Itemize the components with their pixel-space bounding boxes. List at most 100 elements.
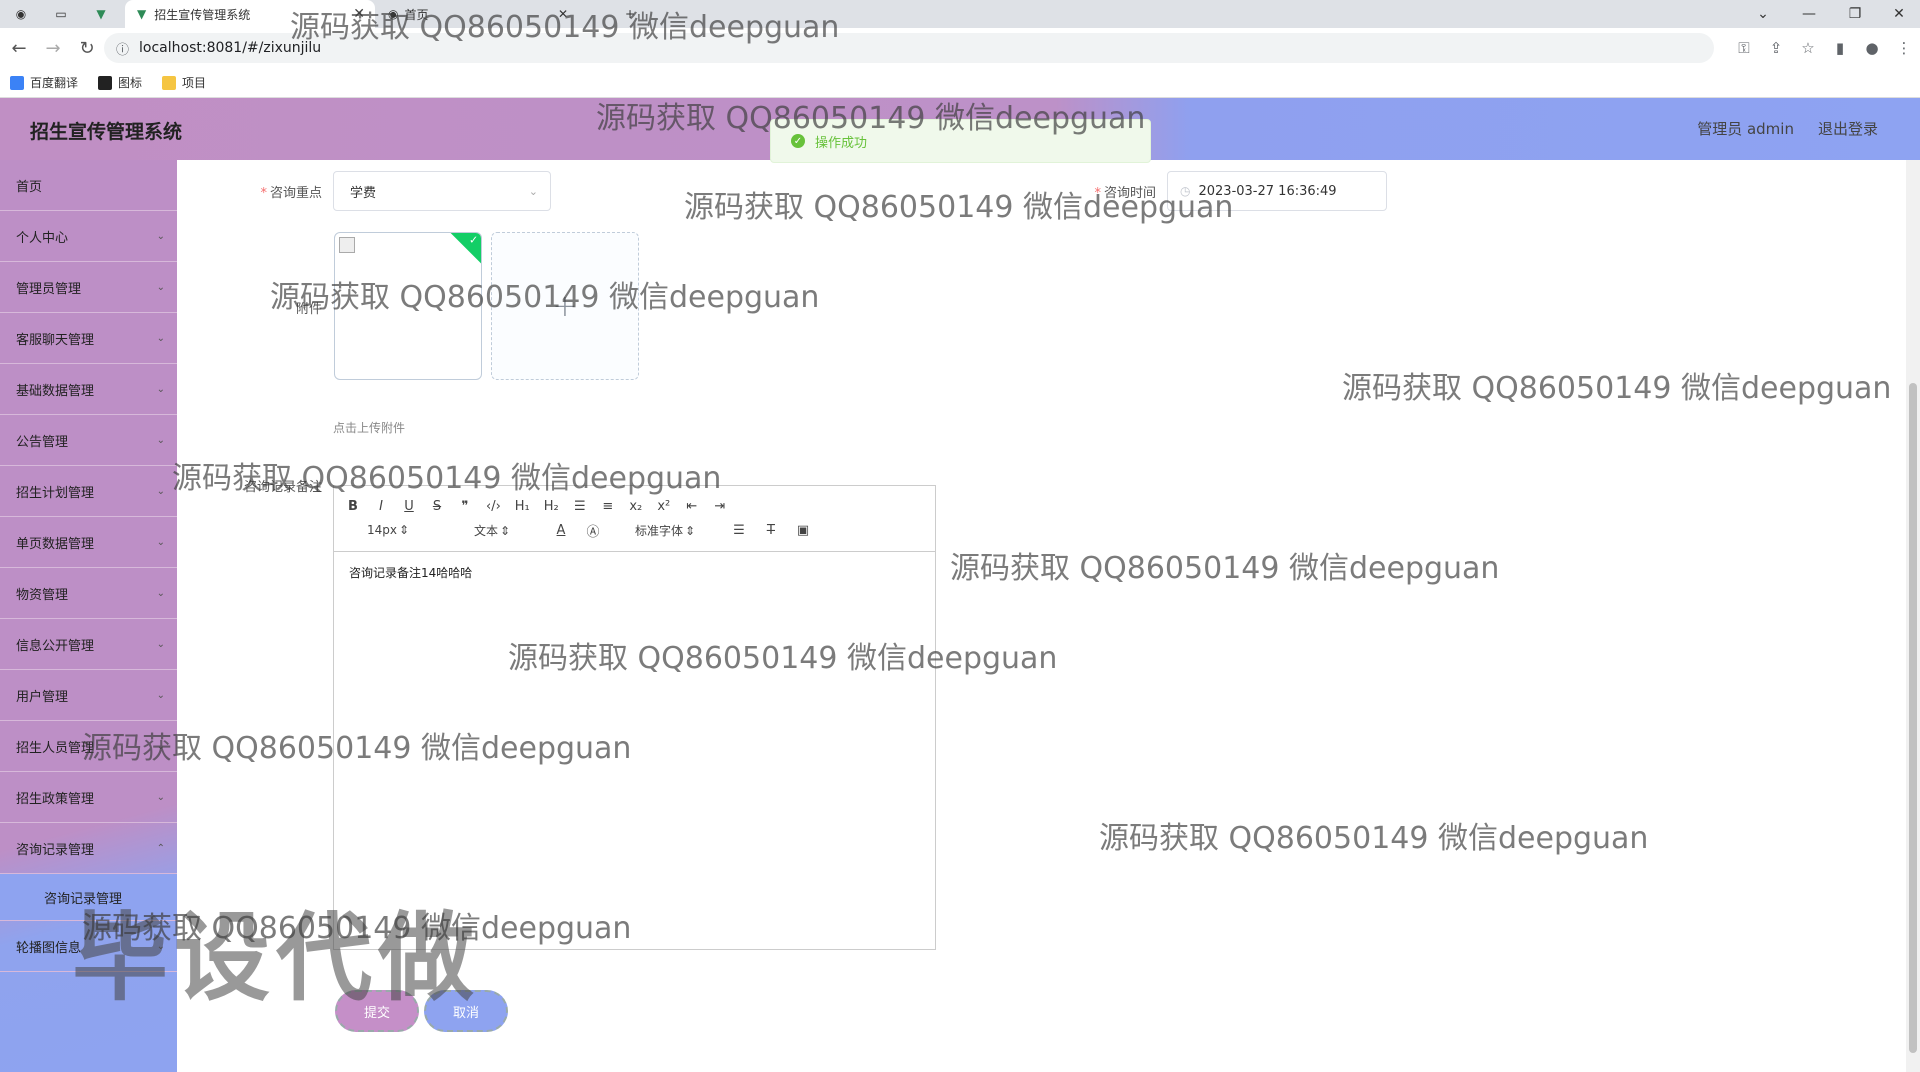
reload-icon[interactable]: ↻ — [72, 33, 102, 63]
format-select[interactable]: 文本 ⇕ — [450, 522, 536, 539]
success-toast: ✓ 操作成功 — [770, 119, 1151, 163]
plus-icon: + — [624, 7, 636, 21]
sidebar-item[interactable]: 咨询记录管理 ⌃ — [0, 823, 177, 874]
key-icon[interactable]: ⚿ — [1728, 39, 1760, 57]
image-icon[interactable]: ▣ — [796, 523, 810, 538]
tab-second[interactable]: ◉ 首页 ✕ — [378, 0, 578, 28]
pinned-tab[interactable]: ◉ — [6, 0, 36, 28]
clear-format-icon[interactable]: T̶ — [764, 523, 778, 538]
sidebar-item[interactable]: 单页数据管理 ⌄ — [0, 517, 177, 568]
pinned-tab[interactable]: ▭ — [46, 0, 76, 28]
sidebar-item[interactable]: 基础数据管理 ⌄ — [0, 364, 177, 415]
sidebar-item[interactable]: 公告管理 ⌄ — [0, 415, 177, 466]
time-field[interactable]: ◷ 2023-03-27 16:36:49 — [1167, 171, 1387, 211]
chevron-down-icon: ⌄ — [156, 791, 165, 803]
sidebar-item[interactable]: 招生政策管理 ⌄ — [0, 772, 177, 823]
bullet-list-icon[interactable]: ≡ — [601, 499, 615, 514]
sort-icon: ⇕ — [684, 523, 696, 538]
blank-page-icon: ▭ — [55, 7, 67, 21]
menu-icon[interactable]: ⋮ — [1888, 39, 1920, 57]
sidebar-item[interactable]: 个人中心 ⌄ — [0, 211, 177, 262]
sidebar-item[interactable]: 招生计划管理 ⌄ — [0, 466, 177, 517]
toast-message: 操作成功 — [815, 135, 868, 151]
check-icon: ✓ — [469, 233, 479, 247]
h1-icon[interactable]: H₁ — [515, 499, 530, 514]
bookmark-item[interactable]: 百度翻译 — [10, 74, 78, 91]
tab-active[interactable]: ▼ 招生宣传管理系统 ✕ — [125, 0, 375, 28]
h2-icon[interactable]: H₂ — [544, 499, 559, 514]
font-color-icon[interactable]: A — [554, 523, 568, 538]
sidebar-item[interactable]: 招生人员管理 ⌄ — [0, 721, 177, 772]
font-family-select[interactable]: 标准字体 ⇕ — [618, 522, 714, 539]
close-icon[interactable]: ✕ — [353, 6, 365, 22]
upload-button[interactable]: + — [491, 232, 639, 380]
editor-content[interactable]: 咨询记录备注14哈哈哈 — [334, 552, 935, 593]
plus-icon: + — [552, 288, 578, 324]
sidebar-item[interactable]: 信息公开管理 ⌄ — [0, 619, 177, 670]
restore-icon[interactable]: ❐ — [1832, 0, 1878, 28]
italic-icon[interactable]: I — [374, 499, 388, 514]
quote-icon[interactable]: ❞ — [458, 499, 472, 514]
upload-hint: 点击上传附件 — [333, 421, 406, 435]
address-bar-row: ← → ↻ ⓘ localhost:8081/#/zixunjilu ⚿ ⇪ ☆… — [0, 28, 1920, 68]
background-color-icon[interactable]: Ⓐ — [586, 521, 600, 540]
scrollbar-thumb[interactable] — [1909, 383, 1917, 1053]
browser-tab-bar: ◉ ▭ ▼ ▼ 招生宣传管理系统 ✕ ◉ 首页 ✕ + ⌄ — ❐ ✕ — [0, 0, 1920, 28]
sort-icon: ⇕ — [499, 523, 511, 538]
strikethrough-icon[interactable]: S — [430, 499, 444, 514]
sidebar-item[interactable]: 首页 — [0, 160, 177, 211]
subscript-icon[interactable]: x₂ — [629, 499, 643, 514]
indent-icon[interactable]: ⇥ — [713, 499, 727, 514]
align-icon[interactable]: ☰ — [732, 523, 746, 538]
profile-icon[interactable]: ● — [1856, 39, 1888, 57]
back-icon[interactable]: ← — [4, 33, 34, 63]
new-tab-button[interactable]: + — [618, 0, 642, 28]
sidepanel-icon[interactable]: ▮ — [1824, 39, 1856, 57]
chevron-down-icon: ⌄ — [156, 638, 165, 650]
globe-icon: ◉ — [15, 7, 27, 21]
share-icon[interactable]: ⇪ — [1760, 39, 1792, 57]
focus-select[interactable]: 学费 ⌄ — [333, 171, 551, 211]
bookmark-item[interactable]: 项目 — [162, 74, 206, 91]
chevron-down-icon: ⌄ — [156, 230, 165, 242]
pinned-tab[interactable]: ▼ — [86, 0, 116, 28]
sidebar-item[interactable]: 物资管理 ⌄ — [0, 568, 177, 619]
chevron-down-icon: ⌄ — [156, 434, 165, 446]
folder-icon — [162, 75, 177, 90]
focus-label: * 咨询重点 — [260, 186, 322, 201]
scrollbar[interactable] — [1906, 160, 1920, 1072]
minimize-icon[interactable]: — — [1786, 0, 1832, 28]
forward-icon[interactable]: → — [38, 33, 68, 63]
sidebar-item[interactable]: 客服聊天管理 ⌄ — [0, 313, 177, 364]
tab-search-icon[interactable]: ⌄ — [1740, 0, 1786, 28]
bookmarks-bar: 百度翻译 图标 项目 — [0, 68, 1920, 98]
superscript-icon[interactable]: x² — [657, 499, 671, 514]
window-close-icon[interactable]: ✕ — [1876, 0, 1920, 28]
chevron-down-icon: ⌄ — [156, 587, 165, 599]
bookmark-item[interactable]: 图标 — [98, 74, 142, 91]
logout-link[interactable]: 退出登录 — [1818, 118, 1878, 139]
chevron-down-icon: ⌄ — [528, 184, 538, 198]
vue-icon: ▼ — [96, 7, 106, 21]
watermark-text: 源码获取 QQ86050149 微信deepguan — [1342, 371, 1892, 406]
remark-label: 咨询记录备注 — [243, 480, 322, 495]
user-label: 管理员 admin — [1697, 120, 1794, 138]
sort-icon: ⇕ — [398, 523, 410, 537]
image-icon — [98, 75, 113, 90]
editor-toolbar: B I U S ❞ ‹/› H₁ H₂ ☰ ≡ x₂ x² ⇤ ⇥ 14px ⇕ … — [334, 486, 935, 552]
tab-title: 招生宣传管理系统 — [154, 7, 251, 22]
sidebar-item[interactable]: 管理员管理 ⌄ — [0, 262, 177, 313]
font-size-select[interactable]: 14px ⇕ — [346, 523, 432, 537]
outdent-icon[interactable]: ⇤ — [685, 499, 699, 514]
underline-icon[interactable]: U — [402, 499, 416, 514]
uploaded-file-card[interactable]: ✓ — [334, 232, 482, 380]
info-icon[interactable]: ⓘ — [116, 39, 129, 58]
url-input[interactable]: ⓘ localhost:8081/#/zixunjilu — [104, 33, 1714, 63]
code-icon[interactable]: ‹/› — [486, 499, 501, 514]
ordered-list-icon[interactable]: ☰ — [573, 499, 587, 514]
close-icon[interactable]: ✕ — [558, 7, 568, 21]
bold-icon[interactable]: B — [346, 499, 360, 514]
sidebar-item[interactable]: 用户管理 ⌄ — [0, 670, 177, 721]
translate-icon — [10, 75, 24, 90]
star-icon[interactable]: ☆ — [1792, 39, 1824, 57]
